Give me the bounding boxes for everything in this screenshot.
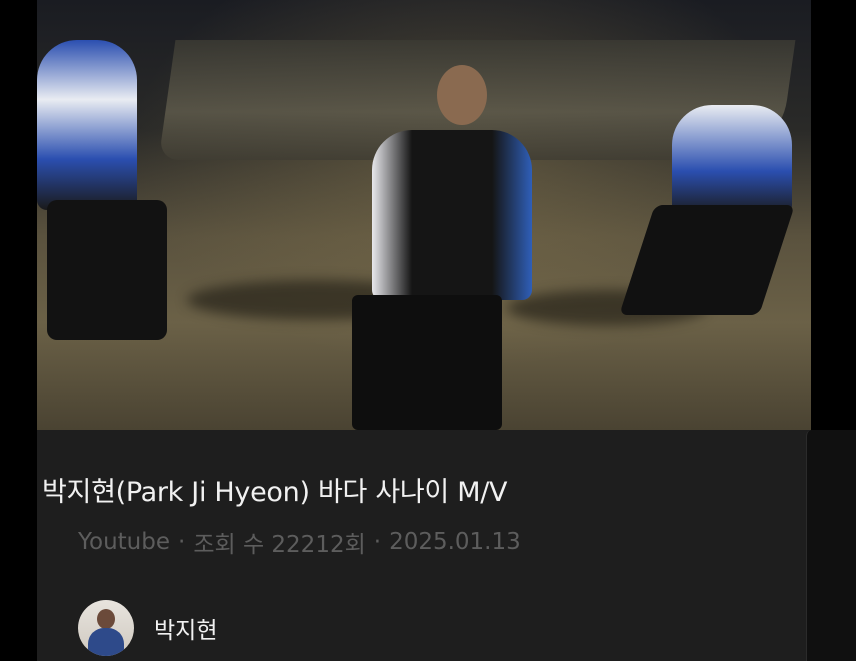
dancer-right-legs	[619, 205, 795, 315]
video-thumbnail[interactable]	[37, 0, 811, 430]
source-label: Youtube	[78, 529, 170, 555]
meta-separator: ·	[178, 529, 186, 555]
dancer-left	[37, 40, 137, 210]
singer-jacket	[372, 130, 532, 300]
dancer-left-legs	[47, 200, 167, 340]
singer-head	[437, 65, 487, 125]
next-card-peek[interactable]	[806, 430, 856, 661]
author-row[interactable]: 박지현	[78, 600, 217, 656]
post-date: 2025.01.13	[389, 529, 521, 555]
avatar-icon[interactable]	[78, 600, 134, 656]
author-name[interactable]: 박지현	[154, 611, 217, 645]
singer-legs	[352, 295, 502, 430]
post-meta: Youtube · 조회 수 22212회 · 2025.01.13	[78, 525, 521, 559]
dancer-right	[672, 105, 792, 215]
view-count: 조회 수 22212회	[193, 532, 366, 558]
meta-separator: ·	[373, 529, 382, 555]
post-title[interactable]: 박지현(Park Ji Hyeon) 바다 사나이 M/V	[42, 470, 508, 509]
